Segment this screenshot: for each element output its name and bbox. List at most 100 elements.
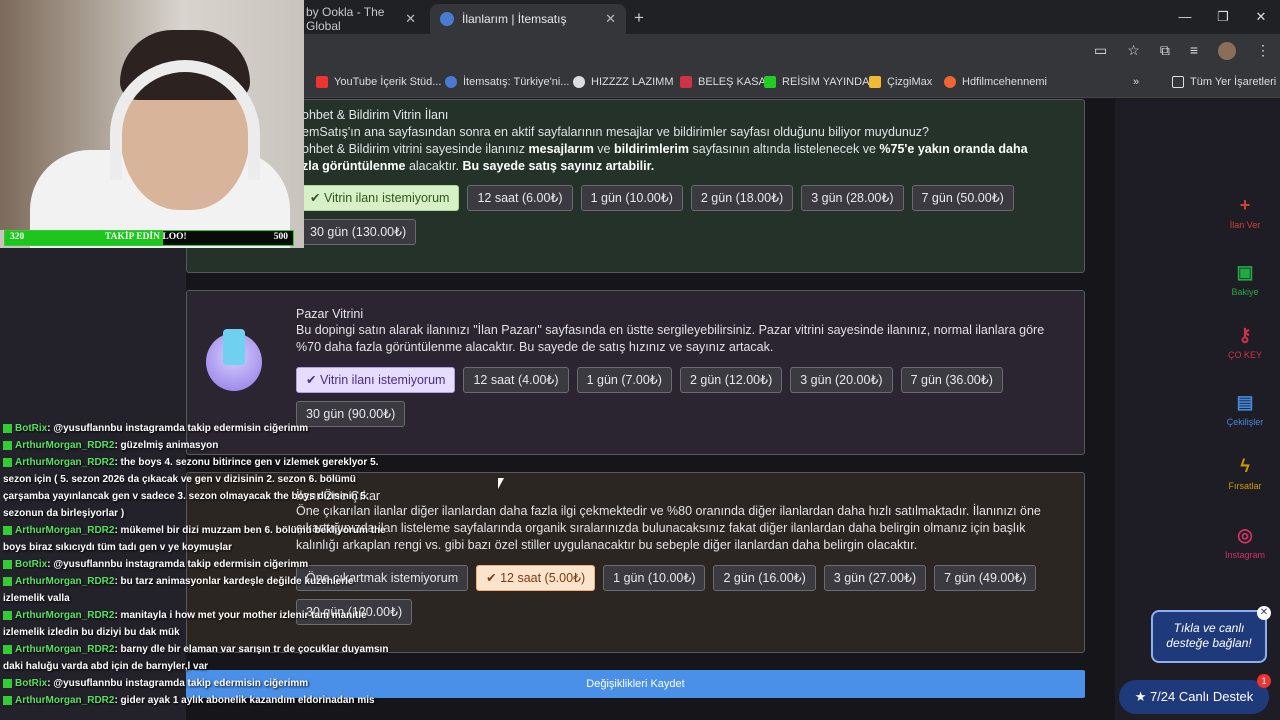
more-bookmarks-icon[interactable]: » [1133, 76, 1139, 88]
chat-user: ArthurMorgan_RDR2 [15, 610, 115, 621]
bookmark[interactable]: İtemsatış: Türkiye'ni... [445, 76, 569, 88]
extensions-icon[interactable]: ⧉ [1160, 42, 1170, 60]
menu-icon[interactable]: ⋮ [1256, 42, 1270, 60]
bookmark[interactable]: HIZZZZ LAZIMM [573, 76, 674, 88]
nav-bakiye[interactable]: ▣ Bakiye [1215, 262, 1275, 297]
goal-text: TAKİP EDİN LOO! [105, 232, 187, 242]
option-7d[interactable]: 7 gün (50.00₺) [911, 185, 1014, 211]
mouse-cursor-icon [498, 478, 504, 489]
desc-bold: mesajlarım [528, 142, 594, 156]
option-1d[interactable]: 1 gün (7.00₺) [576, 367, 672, 393]
kick-badge-icon [3, 695, 12, 705]
chat-message: BotRix: @yusuflannbu instagramda takip e… [0, 675, 390, 692]
option-label: Vitrin ilanı istemiyorum [323, 191, 450, 205]
option-none[interactable]: ✔ Vitrin ilanı istemiyorum [296, 367, 456, 393]
option-2d[interactable]: 2 gün (18.00₺) [690, 185, 794, 211]
option-2d[interactable]: 2 gün (16.00₺) [713, 565, 816, 591]
chat-user: ArthurMorgan_RDR2 [15, 576, 115, 587]
option-3d[interactable]: 3 gün (27.00₺) [823, 565, 927, 591]
nav-instagram[interactable]: ◎ Instagram [1215, 525, 1275, 560]
option-1d[interactable]: 1 gün (10.00₺) [603, 565, 706, 591]
option-none[interactable]: ✔ Vitrin ilanı istemiyorum [300, 185, 460, 211]
kick-badge-icon [3, 440, 12, 450]
bookmark[interactable]: Hdfilmcehennemi [944, 76, 1047, 88]
diamond-icon [206, 329, 262, 391]
chat-message: ArthurMorgan_RDR2: bu tarz animasyonlar … [0, 573, 390, 607]
bookmark-label: REİSİM YAYINDA [782, 76, 870, 88]
desc-text: alacaktır. [405, 159, 463, 173]
bookmark-label: BELEŞ KASA [698, 76, 766, 88]
bot-badge-icon [3, 423, 12, 433]
install-icon[interactable]: ▭ [1094, 42, 1107, 60]
option-3d[interactable]: 3 gün (20.00₺) [790, 367, 893, 393]
option-12h[interactable]: 12 saat (6.00₺) [467, 185, 573, 211]
desc-bold: %75'e yakın oranda daha [879, 142, 1028, 156]
chat-text: : @yusuflannbu instagramda takip edermis… [47, 678, 309, 689]
bookmark-label: ÇizgiMax [887, 76, 933, 88]
option-12h[interactable]: ✔ 12 saat (5.00₺) [476, 565, 596, 591]
close-window-icon[interactable]: ✕ [1242, 0, 1280, 34]
bookmark[interactable]: REİSİM YAYINDA [764, 76, 869, 88]
bot-badge-icon [3, 678, 12, 688]
bolt-icon: ϟ [1240, 456, 1250, 476]
card-sohbet-vitrin: ohbet & Bildirim Vitrin İlanı emSatış'ın… [186, 99, 1085, 273]
tab-speedtest[interactable]: by Ookla - The Global ✕ [296, 4, 426, 34]
all-bookmarks[interactable]: Tüm Yer İşaretleri [1172, 76, 1276, 88]
desc-bold: zla görüntülenme [302, 159, 406, 173]
kick-badge-icon [3, 644, 12, 654]
media-icon[interactable]: ≡ [1190, 42, 1198, 60]
live-support-button[interactable]: ★ 7/24 Canlı Destek 1 [1119, 674, 1271, 714]
maximize-icon[interactable]: ❐ [1204, 0, 1242, 34]
option-group: Öne çıkartmak istemiyorum ✔ 12 saat (5.0… [296, 565, 1076, 625]
option-1d[interactable]: 1 gün (10.00₺) [580, 185, 683, 211]
live-support-bubble[interactable]: Tıkla ve canlı desteğe bağlan! ✕ [1151, 606, 1271, 663]
nav-label: Fırsatlar [1228, 481, 1262, 491]
chat-user: ArthurMorgan_RDR2 [15, 644, 115, 655]
bookmark[interactable]: ÇizgiMax [869, 76, 932, 88]
chat-user: ArthurMorgan_RDR2 [15, 695, 115, 706]
option-12h[interactable]: 12 saat (4.00₺) [463, 367, 569, 393]
option-7d[interactable]: 7 gün (49.00₺) [934, 565, 1037, 591]
desc-text: emSatış'ın ana sayfasından sonra en akti… [302, 125, 930, 139]
chat-text: : @yusuflannbu instagramda takip edermis… [47, 559, 309, 570]
nav-key[interactable]: ⚷ ÇO KEY [1215, 325, 1275, 360]
option-3d[interactable]: 3 gün (28.00₺) [801, 185, 904, 211]
star-icon[interactable]: ☆ [1127, 42, 1140, 60]
chat-user: ArthurMorgan_RDR2 [15, 440, 115, 451]
kick-badge-icon [3, 525, 12, 535]
notification-badge: 1 [1257, 674, 1271, 688]
follow-goal-bar: 320 TAKİP EDİN LOO! 500 [4, 230, 294, 246]
tab-itemsatis[interactable]: İlanlarım | İtemsatış ✕ [430, 4, 626, 34]
nav-firsatlar[interactable]: ϟ Fırsatlar [1215, 456, 1275, 491]
tab-title: İlanlarım | İtemsatış [462, 12, 567, 26]
bookmark-label: Hdfilmcehennemi [962, 76, 1047, 88]
profile-avatar[interactable] [1218, 42, 1236, 60]
option-30d[interactable]: 30 gün (130.00₺) [300, 219, 417, 245]
goal-current: 320 [10, 232, 25, 242]
chat-user: BotRix [15, 423, 48, 434]
nav-label: Çekilişler [1226, 417, 1264, 427]
kick-badge-icon [3, 457, 12, 467]
new-tab-icon[interactable]: + [634, 8, 644, 28]
close-icon[interactable]: ✕ [1257, 606, 1271, 620]
close-icon[interactable]: ✕ [605, 11, 616, 27]
bookmark[interactable]: YouTube İçerik Stüd... [316, 76, 441, 88]
option-2d[interactable]: 2 gün (12.00₺) [679, 367, 783, 393]
bookmark-label: Tüm Yer İşaretleri [1190, 76, 1277, 88]
chat-user: ArthurMorgan_RDR2 [15, 525, 115, 536]
desc-text: ve [593, 142, 614, 156]
minimize-icon[interactable]: — [1166, 0, 1204, 34]
kick-badge-icon [3, 576, 12, 586]
option-label: 12 saat (5.00₺) [500, 571, 586, 585]
nav-ilan-ver[interactable]: + İlan Ver [1215, 195, 1275, 230]
webcam-overlay [0, 0, 304, 248]
option-7d[interactable]: 7 gün (36.00₺) [900, 367, 1003, 393]
close-icon[interactable]: ✕ [405, 11, 416, 27]
chat-text: : güzelmiş animasyon [114, 440, 219, 451]
card-description: Bu dopingi satın alarak ilanınızı "İlan … [296, 323, 1045, 354]
bookmark[interactable]: BELEŞ KASA [680, 76, 766, 88]
screen: by Ookla - The Global ✕ İlanlarım | İtems… [0, 0, 1280, 720]
nav-cekilisler[interactable]: ▤ Çekilişler [1215, 392, 1275, 427]
key-icon: ⚷ [1238, 325, 1252, 345]
instagram-icon: ◎ [1237, 525, 1253, 545]
